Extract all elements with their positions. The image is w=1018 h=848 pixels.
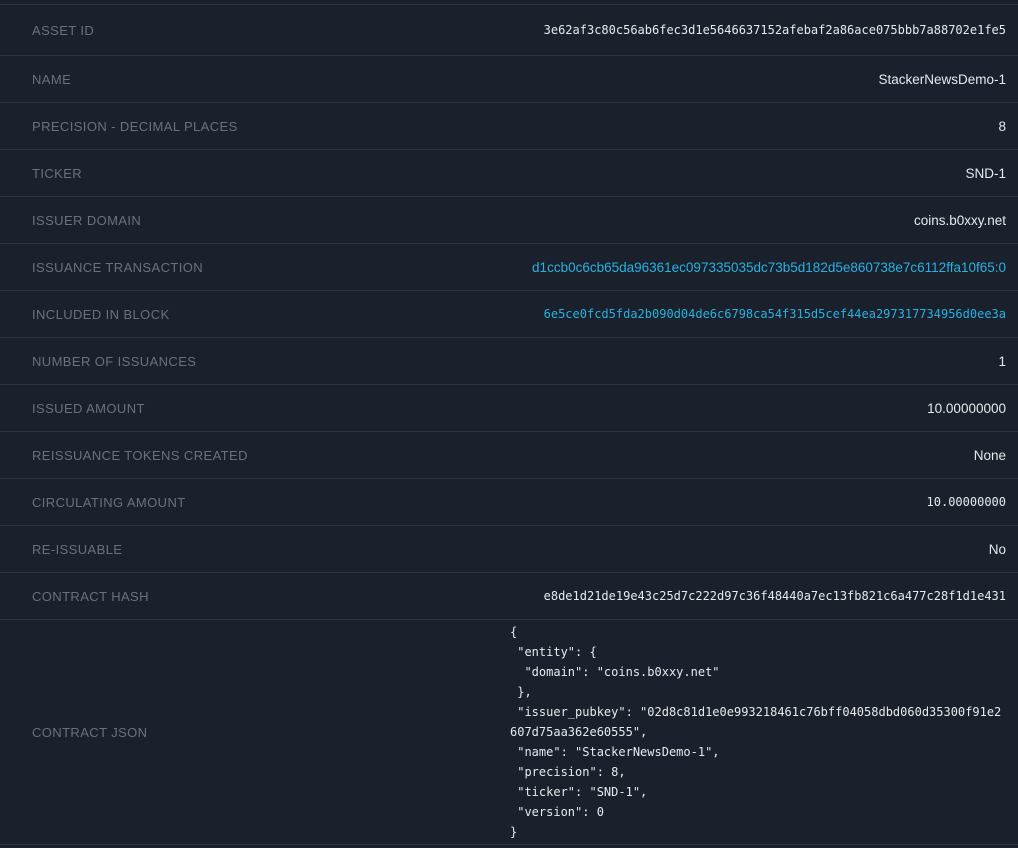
table-row: RE-ISSUABLE No xyxy=(0,525,1018,572)
row-label: ISSUED AMOUNT xyxy=(32,401,145,416)
contract-json-value: { "entity": { "domain": "coins.b0xxy.net… xyxy=(510,620,1006,844)
table-row: NUMBER OF ISSUANCES 1 xyxy=(0,337,1018,384)
row-value-link[interactable]: 6e5ce0fcd5fda2b090d04de6c6798ca54f315d5c… xyxy=(544,307,1006,321)
row-label: ASSET ID xyxy=(32,23,94,38)
row-label: REISSUANCE TOKENS CREATED xyxy=(32,448,248,463)
row-label: ISSUANCE TRANSACTION xyxy=(32,260,203,275)
row-label: ISSUER DOMAIN xyxy=(32,213,141,228)
row-value: SND-1 xyxy=(965,166,1006,181)
row-label: CONTRACT HASH xyxy=(32,589,149,604)
row-label-contract-json: CONTRACT JSON xyxy=(32,725,147,740)
row-value: StackerNewsDemo-1 xyxy=(878,72,1006,87)
row-value: 8 xyxy=(998,119,1006,134)
row-value: No xyxy=(989,542,1006,557)
table-row: TICKER SND-1 xyxy=(0,149,1018,196)
table-row: REISSUANCE TOKENS CREATED None xyxy=(0,431,1018,478)
row-label: NAME xyxy=(32,72,71,87)
row-value: 10.00000000 xyxy=(927,495,1006,509)
table-row: ISSUED AMOUNT 10.00000000 xyxy=(0,384,1018,431)
row-value: 3e62af3c80c56ab6fec3d1e5646637152afebaf2… xyxy=(544,23,1006,37)
row-label: CIRCULATING AMOUNT xyxy=(32,495,186,510)
table-row-contract-json: CONTRACT JSON { "entity": { "domain": "c… xyxy=(0,619,1018,844)
row-label: TICKER xyxy=(32,166,82,181)
table-row: CONTRACT HASH e8de1d21de19e43c25d7c222d97… xyxy=(0,572,1018,619)
row-value: coins.b0xxy.net xyxy=(914,213,1006,228)
row-value: 10.00000000 xyxy=(927,401,1006,416)
row-value: None xyxy=(974,448,1006,463)
table-row: ISSUANCE TRANSACTION d1ccb0c6cb65da96361e… xyxy=(0,243,1018,290)
row-label: INCLUDED IN BLOCK xyxy=(32,307,170,322)
asset-details-table: ASSET ID 3e62af3c80c56ab6fec3d1e564663715… xyxy=(0,4,1018,845)
row-label: PRECISION - DECIMAL PLACES xyxy=(32,119,238,134)
table-row: NAME StackerNewsDemo-1 xyxy=(0,55,1018,102)
row-label: RE-ISSUABLE xyxy=(32,542,122,557)
table-row: ASSET ID 3e62af3c80c56ab6fec3d1e564663715… xyxy=(0,4,1018,55)
row-value: e8de1d21de19e43c25d7c222d97c36f48440a7ec… xyxy=(544,589,1006,603)
row-label: NUMBER OF ISSUANCES xyxy=(32,354,196,369)
table-row: CIRCULATING AMOUNT 10.00000000 xyxy=(0,478,1018,525)
table-row: INCLUDED IN BLOCK 6e5ce0fcd5fda2b090d04de… xyxy=(0,290,1018,337)
row-value: 1 xyxy=(998,354,1006,369)
table-row: PRECISION - DECIMAL PLACES 8 xyxy=(0,102,1018,149)
row-value-link[interactable]: d1ccb0c6cb65da96361ec097335035dc73b5d182… xyxy=(532,260,1006,275)
table-row: ISSUER DOMAIN coins.b0xxy.net xyxy=(0,196,1018,243)
